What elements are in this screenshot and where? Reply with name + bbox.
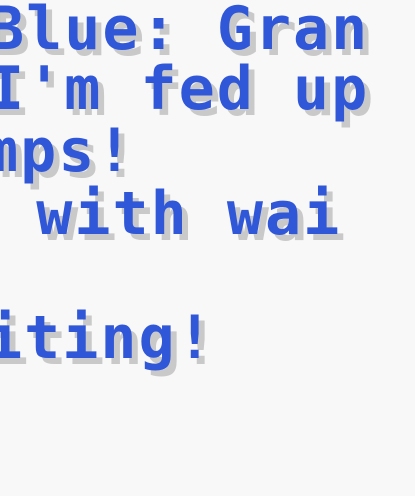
dialog-line-2: I'm fed up: [0, 54, 370, 124]
dialog-line-5: iting!: [0, 303, 215, 373]
dialog-line-3: mps!: [0, 116, 135, 186]
dialog-box[interactable]: Blue: Gran I'm fed up mps! p with wai it…: [0, 0, 415, 496]
dialog-line-4: p with wai: [36, 179, 342, 249]
dialog-line-1: Blue: Gran: [0, 0, 370, 64]
